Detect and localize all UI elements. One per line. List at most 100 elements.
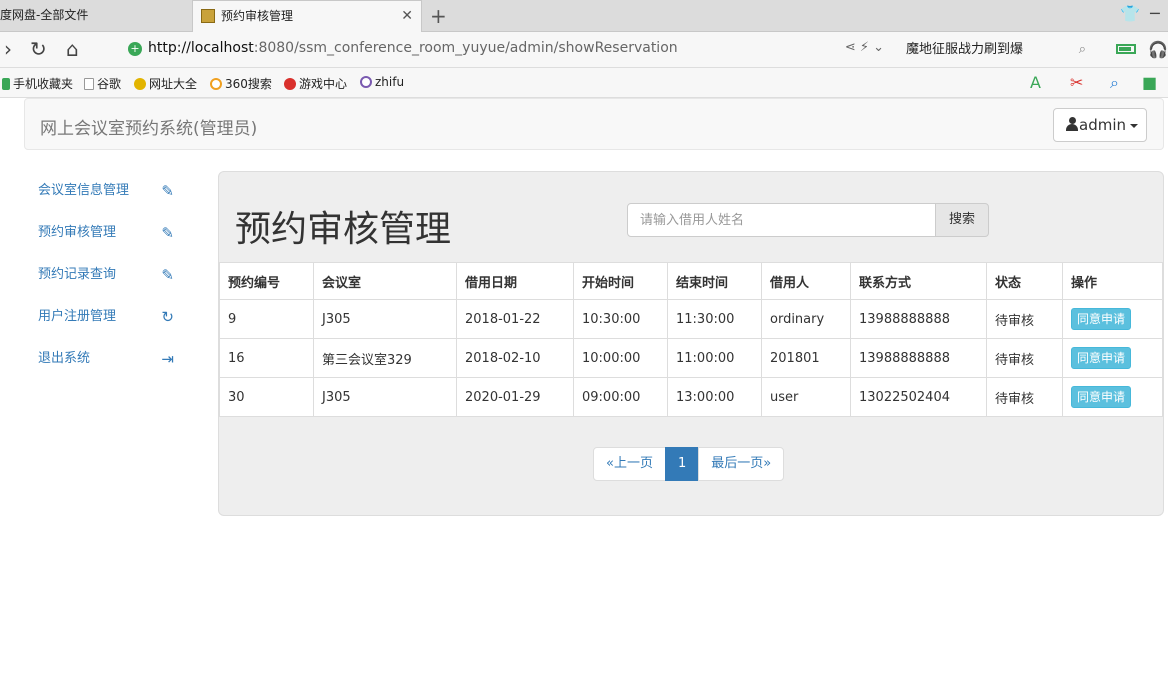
bookmark-games[interactable]: 游戏中心 (284, 75, 347, 92)
sidebar: 会议室信息管理 ✎ 预约审核管理 ✎ 预约记录查询 ✎ 用户注册管理 ↻ 退出系… (24, 170, 194, 380)
page-title: 预约审核管理 (235, 209, 452, 250)
column-header: 借用日期 (456, 262, 574, 300)
pagination: «上一页 1 最后一页» (593, 447, 785, 481)
sidebar-item-review[interactable]: 预约审核管理 ✎ (24, 212, 194, 254)
cell-id: 9 (219, 299, 314, 339)
bookmark-360[interactable]: 360搜索 (210, 75, 272, 92)
last-page-link[interactable]: 最后一页» (698, 447, 785, 481)
cell-action: 同意申请 (1062, 338, 1163, 378)
cell-action: 同意申请 (1062, 377, 1163, 417)
game-icon (284, 77, 296, 90)
pencil-icon: ✎ (161, 266, 174, 284)
column-header: 开始时间 (573, 262, 668, 300)
user-menu-button[interactable]: admin (1053, 108, 1147, 142)
browser-search-box[interactable]: 魔地征服战力刷到爆 ⌕ (898, 38, 1094, 62)
zhifu-icon (360, 75, 372, 88)
gamepad-icon[interactable]: ■ (1142, 73, 1157, 92)
approve-button[interactable]: 同意申请 (1071, 308, 1131, 330)
table-row: 16 第三会议室329 2018-02-10 10:00:00 11:00:00… (219, 338, 1163, 378)
new-tab-icon[interactable]: + (430, 2, 447, 30)
cell-room: J305 (313, 377, 457, 417)
bookmark-zhifu[interactable]: zhifu (360, 75, 404, 89)
cell-start: 10:00:00 (573, 338, 668, 378)
cell-date: 2018-02-10 (456, 338, 574, 378)
table-header-row: 预约编号 会议室 借用日期 开始时间 结束时间 借用人 联系方式 状态 操作 (219, 262, 1163, 300)
cell-room: J305 (313, 299, 457, 339)
cell-status: 待审核 (986, 377, 1063, 417)
table-row: 9 J305 2018-01-22 10:30:00 11:30:00 ordi… (219, 299, 1163, 339)
forward-icon[interactable]: › (4, 37, 12, 61)
user-icon (1066, 116, 1078, 131)
column-header: 借用人 (761, 262, 851, 300)
cell-date: 2020-01-29 (456, 377, 574, 417)
shirt-icon[interactable]: 👕 (1120, 4, 1140, 23)
close-tab-icon[interactable]: ✕ (401, 1, 413, 31)
cell-user: 201801 (761, 338, 851, 378)
app-brand[interactable]: 网上会议室预约系统(管理员) (40, 114, 257, 139)
pencil-icon: ✎ (161, 224, 174, 242)
cell-status: 待审核 (986, 338, 1063, 378)
home-icon[interactable]: ⌂ (66, 37, 79, 61)
cell-phone: 13988888888 (850, 338, 987, 378)
favicon-icon (201, 8, 215, 23)
magnifier-icon[interactable]: ⌕ (1110, 73, 1119, 93)
cell-user: ordinary (761, 299, 851, 339)
bookmark-site-nav[interactable]: 网址大全 (134, 75, 197, 92)
reservation-table: 预约编号 会议室 借用日期 开始时间 结束时间 借用人 联系方式 状态 操作 9… (219, 262, 1163, 417)
approve-button[interactable]: 同意申请 (1071, 386, 1131, 408)
prev-page-link[interactable]: «上一页 (593, 447, 666, 481)
refresh-icon: ↻ (161, 308, 174, 326)
cell-start: 10:30:00 (573, 299, 668, 339)
cell-phone: 13022502404 (850, 377, 987, 417)
cell-status: 待审核 (986, 299, 1063, 339)
translate-icon[interactable]: A (1030, 73, 1041, 92)
search-group: 搜索 (627, 203, 989, 237)
sidebar-item-logout[interactable]: 退出系统 ⇥ (24, 338, 194, 380)
column-header: 预约编号 (219, 262, 314, 300)
scissors-icon[interactable]: ✂ (1070, 73, 1083, 92)
search360-icon (210, 77, 222, 90)
bookmark-mobile[interactable]: 手机收藏夹 (2, 75, 73, 92)
bookmarks-bar: 手机收藏夹 谷歌 网址大全 360搜索 游戏中心 zhifu A ✂ ⌕ ■ (0, 68, 1168, 98)
page-icon (84, 77, 94, 90)
main-panel: 预约审核管理 搜索 预约编号 会议室 借用日期 开始时间 结束时间 借用人 联系… (218, 171, 1164, 516)
search-icon[interactable]: ⌕ (1079, 38, 1086, 62)
sidebar-item-records[interactable]: 预约记录查询 ✎ (24, 254, 194, 296)
approve-button[interactable]: 同意申请 (1071, 347, 1131, 369)
user-label: admin (1079, 116, 1126, 134)
search-button[interactable]: 搜索 (935, 203, 989, 237)
browser-search-text: 魔地征服战力刷到爆 (906, 42, 1024, 57)
cell-date: 2018-01-22 (456, 299, 574, 339)
logout-icon: ⇥ (161, 350, 174, 368)
bookmark-google[interactable]: 谷歌 (84, 75, 121, 92)
sidebar-item-user-registration[interactable]: 用户注册管理 ↻ (24, 296, 194, 338)
minimize-icon[interactable]: ─ (1150, 4, 1160, 23)
cell-id: 16 (219, 338, 314, 378)
headset-icon[interactable]: 🎧 (1148, 40, 1168, 59)
cell-end: 11:30:00 (667, 299, 762, 339)
table-row: 30 J305 2020-01-29 09:00:00 13:00:00 use… (219, 377, 1163, 417)
share-icon[interactable]: ⋖ ⚡ ⌄ (845, 40, 884, 55)
url-text: http://localhost:8080/ssm_conference_roo… (148, 40, 678, 56)
browser-tab-reservation[interactable]: 预约审核管理 ✕ (192, 0, 422, 32)
tab-title: 度网盘-全部文件 (0, 8, 89, 22)
cell-user: user (761, 377, 851, 417)
search-input[interactable] (627, 203, 936, 237)
column-header: 状态 (986, 262, 1063, 300)
current-page-link[interactable]: 1 (664, 447, 700, 481)
cell-phone: 13988888888 (850, 299, 987, 339)
sidebar-item-label: 退出系统 (38, 351, 91, 366)
cell-start: 09:00:00 (573, 377, 668, 417)
phone-icon (2, 77, 10, 90)
url-field[interactable]: + http://localhost:8080/ssm_conference_r… (122, 37, 892, 63)
sidebar-item-label: 用户注册管理 (38, 309, 117, 324)
cell-room: 第三会议室329 (313, 338, 457, 378)
cell-id: 30 (219, 377, 314, 417)
secure-icon: + (128, 42, 142, 56)
sidebar-item-room-info[interactable]: 会议室信息管理 ✎ (24, 170, 194, 212)
app-navbar: 网上会议室预约系统(管理员) admin (24, 98, 1164, 150)
column-header: 操作 (1062, 262, 1163, 300)
browser-tab-netdisk[interactable]: 度网盘-全部文件 (0, 0, 188, 32)
pencil-icon: ✎ (161, 182, 174, 200)
reload-icon[interactable]: ↻ (30, 37, 47, 61)
